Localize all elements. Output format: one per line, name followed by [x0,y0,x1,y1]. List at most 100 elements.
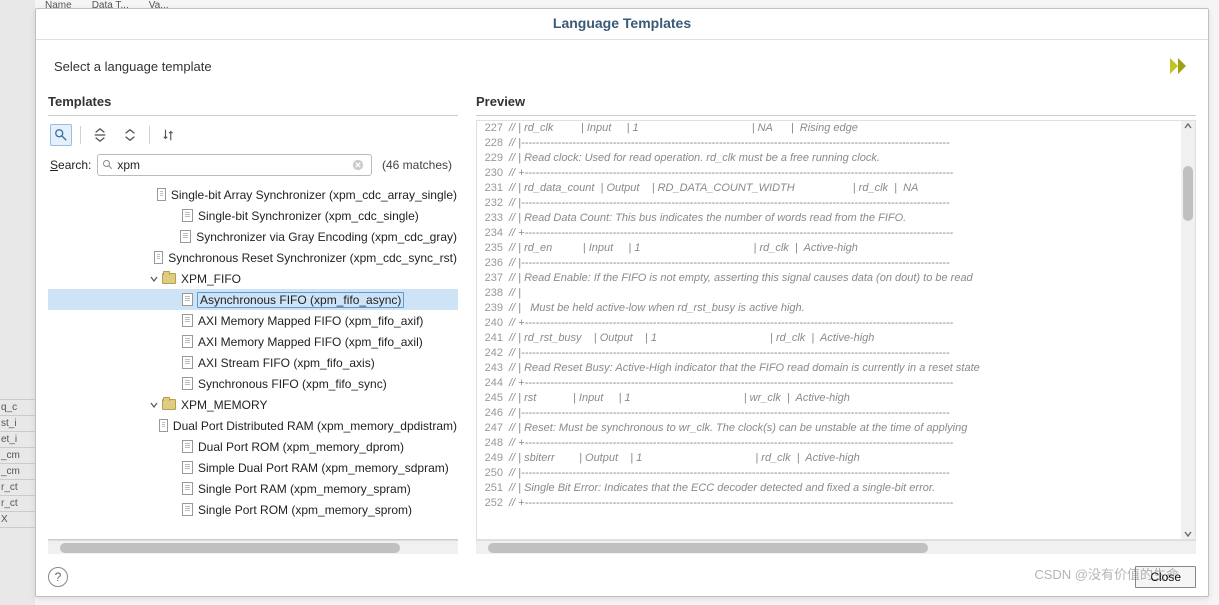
file-icon [182,314,193,327]
search-input[interactable] [117,158,352,172]
tree-item-label: Single Port ROM (xpm_memory_sprom) [197,503,413,517]
code-line: 229// | Read clock: Used for read operat… [477,151,1195,166]
search-input-box[interactable] [97,154,372,176]
folder-icon [162,399,176,410]
tree-file[interactable]: Synchronous Reset Synchronizer (xpm_cdc_… [48,247,458,268]
scroll-up-icon[interactable] [1183,121,1193,131]
search-inline-icon [102,159,114,171]
match-count: (46 matches) [378,158,456,172]
tree-item-label: Single-bit Synchronizer (xpm_cdc_single) [197,209,420,223]
code-line: 241// | rd_rst_busy | Output | 1 | rd_cl… [477,331,1195,346]
code-line: 244// +---------------------------------… [477,376,1195,391]
line-number: 230 [477,166,509,181]
search-label: Search: [50,158,91,172]
preview-pane: Preview 227// | rd_clk | Input | 1 | NA … [476,90,1196,554]
code-line: 237// | Read Enable: If the FIFO is not … [477,271,1195,286]
line-number: 233 [477,211,509,226]
scroll-down-icon[interactable] [1183,529,1193,539]
tree-item-label: Synchronous FIFO (xpm_fifo_sync) [197,377,388,391]
preview-hscroll-thumb[interactable] [488,543,928,553]
search-button[interactable] [50,124,72,146]
line-number: 247 [477,421,509,436]
line-number: 249 [477,451,509,466]
preview-code: 227// | rd_clk | Input | 1 | NA | Rising… [477,121,1195,511]
line-number: 239 [477,301,509,316]
dialog-footer: ? Close [36,560,1208,596]
collapse-all-button[interactable] [89,124,111,146]
expand-icon [123,128,137,142]
line-number: 238 [477,286,509,301]
tree-item-label: Simple Dual Port RAM (xpm_memory_sdpram) [197,461,450,475]
folder-icon [162,273,176,284]
code-line: 242// |---------------------------------… [477,346,1195,361]
file-icon [154,251,163,264]
line-number: 234 [477,226,509,241]
code-line: 240// +---------------------------------… [477,316,1195,331]
file-icon [182,209,193,222]
help-button[interactable]: ? [48,567,68,587]
language-templates-dialog: Language Templates Select a language tem… [35,8,1209,597]
file-icon [180,230,191,243]
clear-search-icon[interactable] [352,159,364,171]
search-icon [54,128,68,142]
code-line: 247// | Reset: Must be synchronous to wr… [477,421,1195,436]
code-line: 232// |---------------------------------… [477,196,1195,211]
line-number: 227 [477,121,509,136]
sort-button[interactable] [158,124,180,146]
tree-hscrollbar[interactable] [48,540,458,554]
templates-title: Templates [48,90,458,116]
tree-file[interactable]: Synchronous FIFO (xpm_fifo_sync) [48,373,458,394]
tree-file[interactable]: Synchronizer via Gray Encoding (xpm_cdc_… [48,226,458,247]
close-button[interactable]: Close [1135,566,1196,588]
collapse-icon [93,128,107,142]
tree-file[interactable]: Simple Dual Port RAM (xpm_memory_sdpram) [48,457,458,478]
line-number: 243 [477,361,509,376]
preview-body[interactable]: 227// | rd_clk | Input | 1 | NA | Rising… [476,120,1196,540]
code-line: 238// | [477,286,1195,301]
preview-vscrollbar[interactable] [1181,121,1195,539]
line-number: 232 [477,196,509,211]
file-icon [182,377,193,390]
tree-file[interactable]: Dual Port ROM (xpm_memory_dprom) [48,436,458,457]
file-icon [182,293,193,306]
code-line: 245// | rst | Input | 1 | wr_clk | Activ… [477,391,1195,406]
tree-item-label: Dual Port Distributed RAM (xpm_memory_dp… [172,419,458,433]
tree-item-label: Single Port RAM (xpm_memory_spram) [197,482,412,496]
code-line: 249// | sbiterr | Output | 1 | rd_clk | … [477,451,1195,466]
expand-all-button[interactable] [119,124,141,146]
line-number: 248 [477,436,509,451]
tree-file[interactable]: Single Port ROM (xpm_memory_sprom) [48,499,458,520]
preview-hscrollbar[interactable] [476,540,1196,554]
line-number: 246 [477,406,509,421]
line-number: 236 [477,256,509,271]
code-line: 230// +---------------------------------… [477,166,1195,181]
code-line: 233// | Read Data Count: This bus indica… [477,211,1195,226]
preview-title: Preview [476,90,1196,116]
tree-file[interactable]: Single-bit Synchronizer (xpm_cdc_single) [48,205,458,226]
tree-folder[interactable]: XPM_MEMORY [48,394,458,415]
tree-folder[interactable]: XPM_FIFO [48,268,458,289]
expander-icon[interactable] [148,399,160,411]
file-icon [182,335,193,348]
file-icon [182,503,193,516]
line-number: 237 [477,271,509,286]
templates-tree-wrap[interactable]: Single-bit Array Synchronizer (xpm_cdc_a… [48,182,458,540]
tree-hscroll-thumb[interactable] [60,543,400,553]
line-number: 231 [477,181,509,196]
toolbar-separator [149,126,150,144]
tree-item-label: AXI Memory Mapped FIFO (xpm_fifo_axil) [197,335,424,349]
tree-file[interactable]: Dual Port Distributed RAM (xpm_memory_dp… [48,415,458,436]
tree-file[interactable]: Single Port RAM (xpm_memory_spram) [48,478,458,499]
tree-file[interactable]: AXI Memory Mapped FIFO (xpm_fifo_axif) [48,310,458,331]
preview-vscroll-thumb[interactable] [1183,166,1193,221]
file-icon [182,440,193,453]
tree-item-label: Synchronous Reset Synchronizer (xpm_cdc_… [167,251,458,265]
tree-file[interactable]: AXI Memory Mapped FIFO (xpm_fifo_axil) [48,331,458,352]
tree-file[interactable]: Single-bit Array Synchronizer (xpm_cdc_a… [48,184,458,205]
tree-item-label: XPM_FIFO [180,272,242,286]
tree-file[interactable]: Asynchronous FIFO (xpm_fifo_async) [48,289,458,310]
expander-icon[interactable] [148,273,160,285]
tree-file[interactable]: AXI Stream FIFO (xpm_fifo_axis) [48,352,458,373]
sort-icon [162,128,176,142]
templates-tree: Single-bit Array Synchronizer (xpm_cdc_a… [48,182,458,522]
